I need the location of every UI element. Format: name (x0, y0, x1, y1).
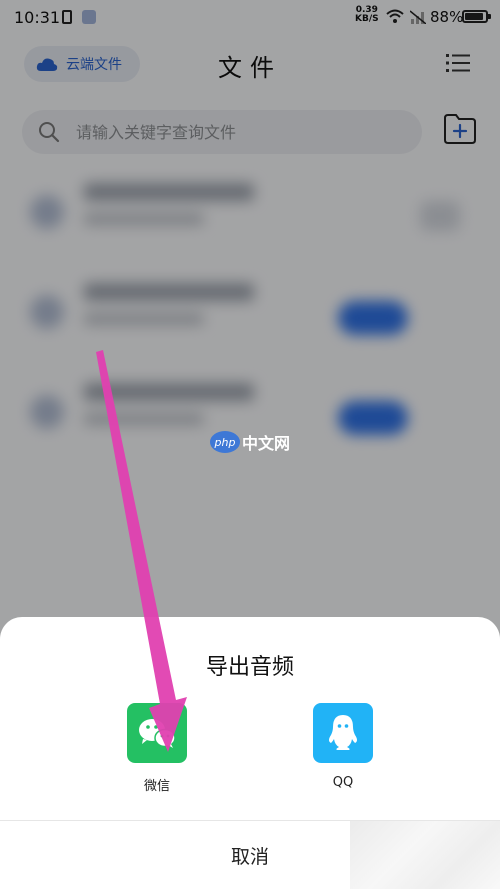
watermark-badge: php (210, 431, 240, 453)
sheet-title: 导出音频 (205, 655, 294, 680)
watermark-logo: php 中文网 (210, 430, 290, 454)
cancel-button[interactable]: 取消 (0, 821, 500, 889)
share-wechat-button[interactable]: 微信 (107, 703, 207, 794)
wechat-icon (127, 703, 187, 763)
share-wechat-label: 微信 (143, 779, 170, 794)
file-app-screen: 10:31 0.39 KB/S 88% 云端文件 文件 请输入关键字查询文件 p… (0, 0, 500, 889)
wechat-glyph (139, 719, 176, 748)
cancel-label: 取消 (230, 845, 269, 868)
export-audio-sheet: 导出音频 微信 QQ 取消 (0, 617, 500, 889)
qq-glyph (329, 715, 357, 750)
watermark-text: 中文网 (242, 434, 291, 453)
share-qq-button[interactable]: QQ (293, 703, 393, 790)
qq-icon (313, 703, 373, 763)
share-qq-label: QQ (332, 775, 354, 790)
